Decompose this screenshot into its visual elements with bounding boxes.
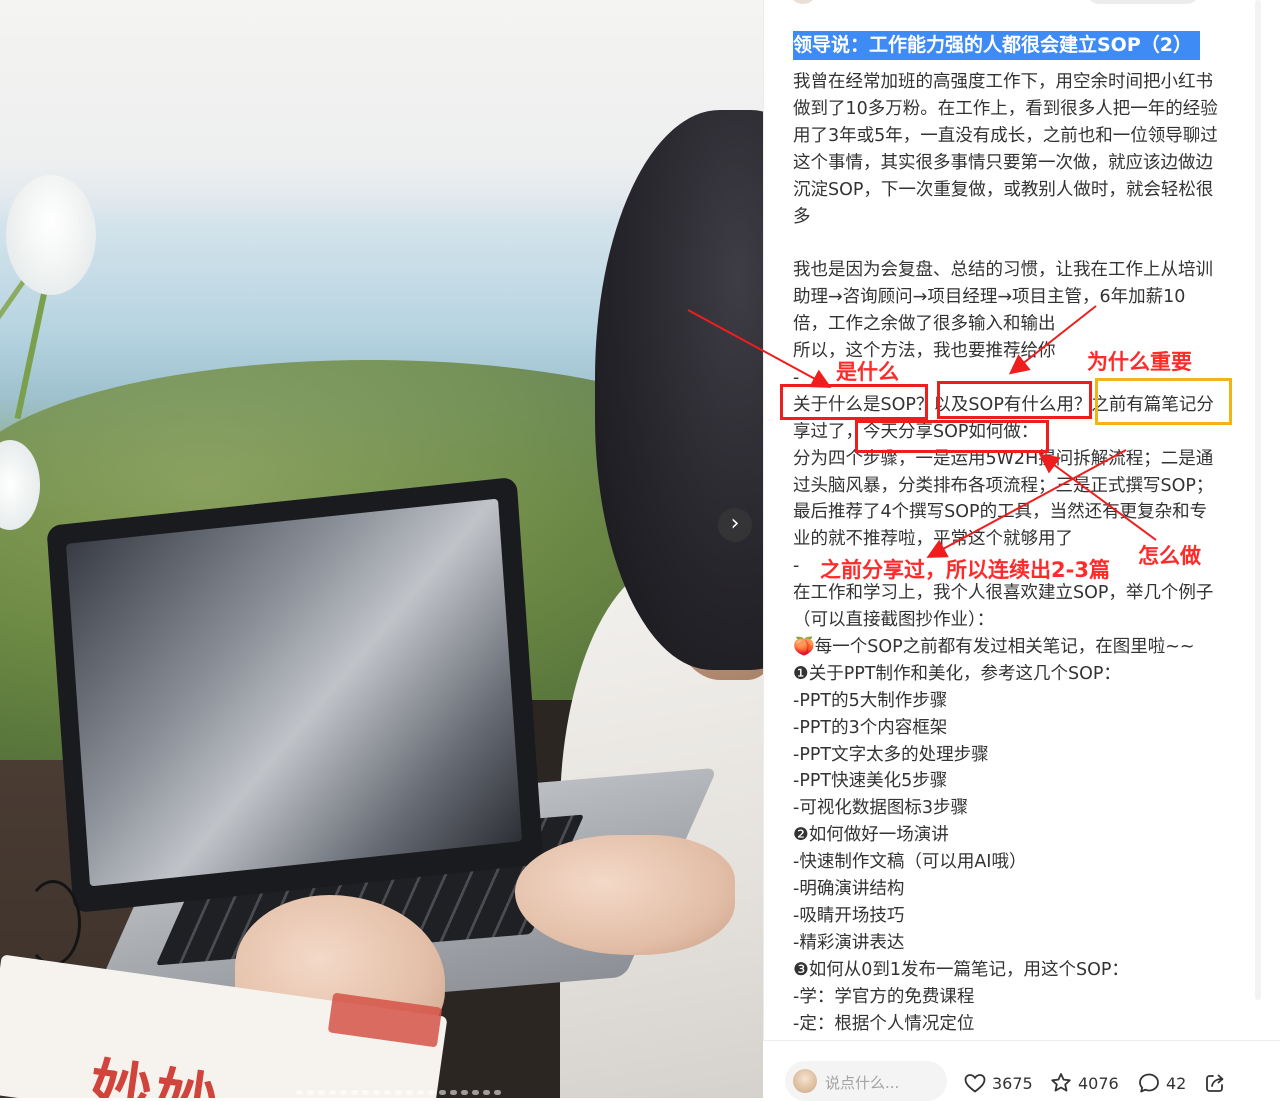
note-text-line: ❶关于PPT制作和美化，参考这几个SOP：	[793, 663, 1121, 684]
note-text-line: -	[793, 556, 800, 577]
scrollbar[interactable]	[1255, 0, 1261, 1000]
note-text-line: ❷如何做好一场演讲	[793, 825, 949, 846]
note-text-line: -可视化数据图标3步骤	[793, 798, 968, 819]
note-text-line: 做到了10多万粉。在工作上，看到很多人把一年的经验	[793, 98, 1218, 119]
note-text-line: 业的就不推荐啦，平常这个就够用了	[793, 529, 1073, 550]
note-text-line: -定：根据个人情况定位	[793, 1013, 975, 1034]
note-text-line: 助理→咨询顾问→项目经理→项目主管，6年加薪10	[793, 287, 1186, 308]
note-text-line: -精彩演讲表达	[793, 932, 905, 953]
note-image[interactable]: 妙妙	[0, 0, 763, 1098]
annotation-what-label: 是什么	[836, 360, 899, 384]
note-text-line: 所以，这个方法，我也要推荐给你	[793, 341, 1056, 361]
user-avatar	[793, 1069, 817, 1093]
note-text-line: 我也是因为会复盘、总结的习惯，让我在工作上从培训	[793, 260, 1213, 281]
share-button[interactable]	[1203, 1071, 1227, 1095]
star-icon	[1051, 1073, 1071, 1092]
note-text-line: -PPT快速美化5步骤	[793, 771, 948, 792]
like-count: 3675	[992, 1073, 1033, 1093]
annotation-box-why	[937, 381, 1092, 419]
note-text-line: （可以直接截图抄作业）：	[793, 610, 995, 630]
note-text-line: 我曾在经常加班的高强度工作下，用空余时间把小红书	[793, 72, 1213, 92]
chevron-right-icon: ›	[730, 511, 740, 536]
follow-button[interactable]	[1087, 0, 1199, 4]
next-image-button[interactable]: ›	[718, 508, 752, 542]
note-text-line: 沉淀SOP，下一次重复做，或教别人做时，就会轻松很	[793, 179, 1214, 200]
comment-placeholder: 说点什么...	[825, 1074, 900, 1092]
annotation-box-series	[1095, 378, 1232, 425]
note-text-line: -学：学官方的免费课程	[793, 986, 975, 1007]
annotation-box-how	[855, 420, 1049, 453]
note-text-line: -明确演讲结构	[793, 879, 905, 899]
note-text-line: 用了3年或5年，一直没有成长，之前也和一位领导聊过	[793, 125, 1218, 146]
note-text-line: -PPT的3个内容框架	[793, 717, 948, 738]
comment-count: 42	[1166, 1073, 1187, 1093]
photo-flower	[6, 175, 96, 295]
comment-icon	[1139, 1073, 1159, 1093]
note-text-line: -吸睛开场技巧	[793, 905, 905, 926]
annotation-box-what	[780, 384, 928, 420]
heart-icon	[964, 1074, 986, 1093]
note-text-line: 🍑每一个SOP之前都有发过相关笔记，在图里啦~~	[793, 636, 1195, 657]
comment-input-box[interactable]: 说点什么...	[785, 1061, 947, 1101]
note-text-line: 最后推荐了4个撰写SOP的工具，当然还有更复杂和专	[793, 502, 1208, 523]
photo-flower-stem	[14, 290, 48, 420]
photo-laptop-display	[65, 498, 523, 887]
note-text-line: ❸如何从0到1发布一篇笔记，用这个SOP：	[793, 959, 1129, 980]
engagement-bar: 说点什么... 3675 4076 42	[763, 1040, 1280, 1101]
note-title: 领导说：工作能力强的人都很会建立SOP（2）	[793, 31, 1200, 60]
comment-button[interactable]: 42	[1137, 1071, 1186, 1095]
carousel-dots	[296, 1090, 501, 1096]
note-text-line: 在工作和学习上，我个人很喜欢建立SOP，举几个例子	[793, 583, 1214, 604]
like-button[interactable]: 3675	[963, 1071, 1033, 1095]
note-text-line: 倍，工作之余做了很多输入和输出	[793, 314, 1056, 335]
share-icon	[1206, 1074, 1224, 1092]
note-text-line: 多	[793, 206, 811, 227]
collect-count: 4076	[1078, 1073, 1119, 1093]
note-text-line: -快速制作文稿（可以用AI哦）	[793, 852, 1027, 873]
annotation-how-label: 怎么做	[1138, 544, 1201, 568]
note-detail-panel: 领导说：工作能力强的人都很会建立SOP（2） 我曾在经常加班的高强度工作下，用空…	[763, 0, 1280, 1098]
author-avatar[interactable]	[790, 0, 816, 4]
note-text-line: -PPT文字太多的处理步骤	[793, 744, 989, 765]
collect-button[interactable]: 4076	[1049, 1071, 1119, 1095]
note-text-line: 这个事情，其实很多事情只要第一次做，就应该边做边	[793, 152, 1213, 173]
note-text-line: -PPT的5大制作步骤	[793, 690, 948, 711]
photo-cable	[25, 880, 81, 966]
annotation-why-label: 为什么重要	[1087, 350, 1192, 374]
note-text-line: 过头脑风暴，分类排布各项流程；三是正式撰写SOP；	[793, 475, 1214, 496]
annotation-series-label: 之前分享过，所以连续出2-3篇	[820, 558, 1110, 582]
